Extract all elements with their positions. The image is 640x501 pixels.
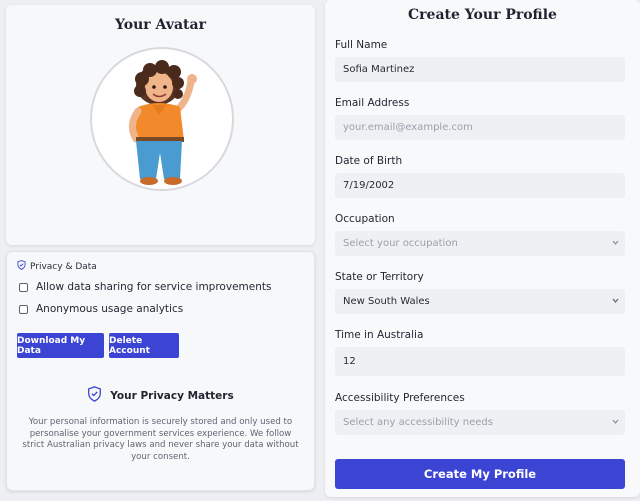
chevron-down-icon	[612, 238, 619, 250]
full-name-input[interactable]: Sofia Martinez	[335, 57, 625, 82]
avatar-card: Your Avatar	[6, 5, 315, 245]
privacy-header-label: Privacy & Data	[30, 261, 97, 272]
time-in-australia-label: Time in Australia	[335, 329, 424, 341]
full-name-label: Full Name	[335, 39, 388, 51]
state-select-value: New South Wales	[343, 296, 430, 307]
shield-check-icon	[87, 386, 102, 405]
profile-form-card: Create Your Profile Full Name Sofia Mart…	[325, 0, 640, 497]
create-profile-button[interactable]: Create My Profile	[335, 459, 625, 489]
dob-label: Date of Birth	[335, 155, 403, 167]
data-sharing-label: Allow data sharing for service improveme…	[36, 281, 272, 293]
occupation-select[interactable]: Select your occupation	[335, 231, 625, 256]
accessibility-label: Accessibility Preferences	[335, 392, 465, 404]
chevron-down-icon	[612, 417, 619, 429]
occupation-select-value: Select your occupation	[343, 238, 458, 249]
chevron-down-icon	[612, 296, 619, 308]
delete-account-button[interactable]: Delete Account	[109, 333, 179, 358]
analytics-option[interactable]: Anonymous usage analytics	[19, 303, 183, 315]
avatar-illustration	[129, 60, 197, 185]
state-label: State or Territory	[335, 271, 424, 283]
analytics-label: Anonymous usage analytics	[36, 303, 184, 315]
email-input[interactable]: your.email@example.com	[335, 115, 625, 140]
avatar[interactable]	[90, 47, 234, 191]
email-label: Email Address	[335, 97, 410, 109]
shield-check-icon	[17, 260, 26, 273]
privacy-notice-title: Your Privacy Matters	[110, 389, 234, 402]
privacy-header: Privacy & Data	[17, 260, 97, 273]
privacy-notice-text: Your personal information is securely st…	[22, 417, 299, 462]
accessibility-select[interactable]: Select any accessibility needs	[335, 410, 625, 435]
page-title: Create Your Profile	[408, 7, 557, 23]
download-data-button[interactable]: Download My Data	[17, 333, 104, 358]
accessibility-select-value: Select any accessibility needs	[343, 417, 493, 428]
data-sharing-checkbox[interactable]	[19, 282, 28, 292]
analytics-checkbox[interactable]	[19, 304, 28, 314]
time-in-australia-input[interactable]: 12	[335, 347, 625, 376]
privacy-notice: Your Privacy Matters Your personal infor…	[19, 386, 302, 463]
data-sharing-option[interactable]: Allow data sharing for service improveme…	[19, 281, 271, 293]
dob-input[interactable]: 7/19/2002	[335, 173, 625, 198]
avatar-title: Your Avatar	[115, 17, 206, 33]
state-select[interactable]: New South Wales	[335, 289, 625, 314]
occupation-label: Occupation	[335, 213, 395, 225]
privacy-card: Privacy & Data Allow data sharing for se…	[6, 251, 315, 491]
